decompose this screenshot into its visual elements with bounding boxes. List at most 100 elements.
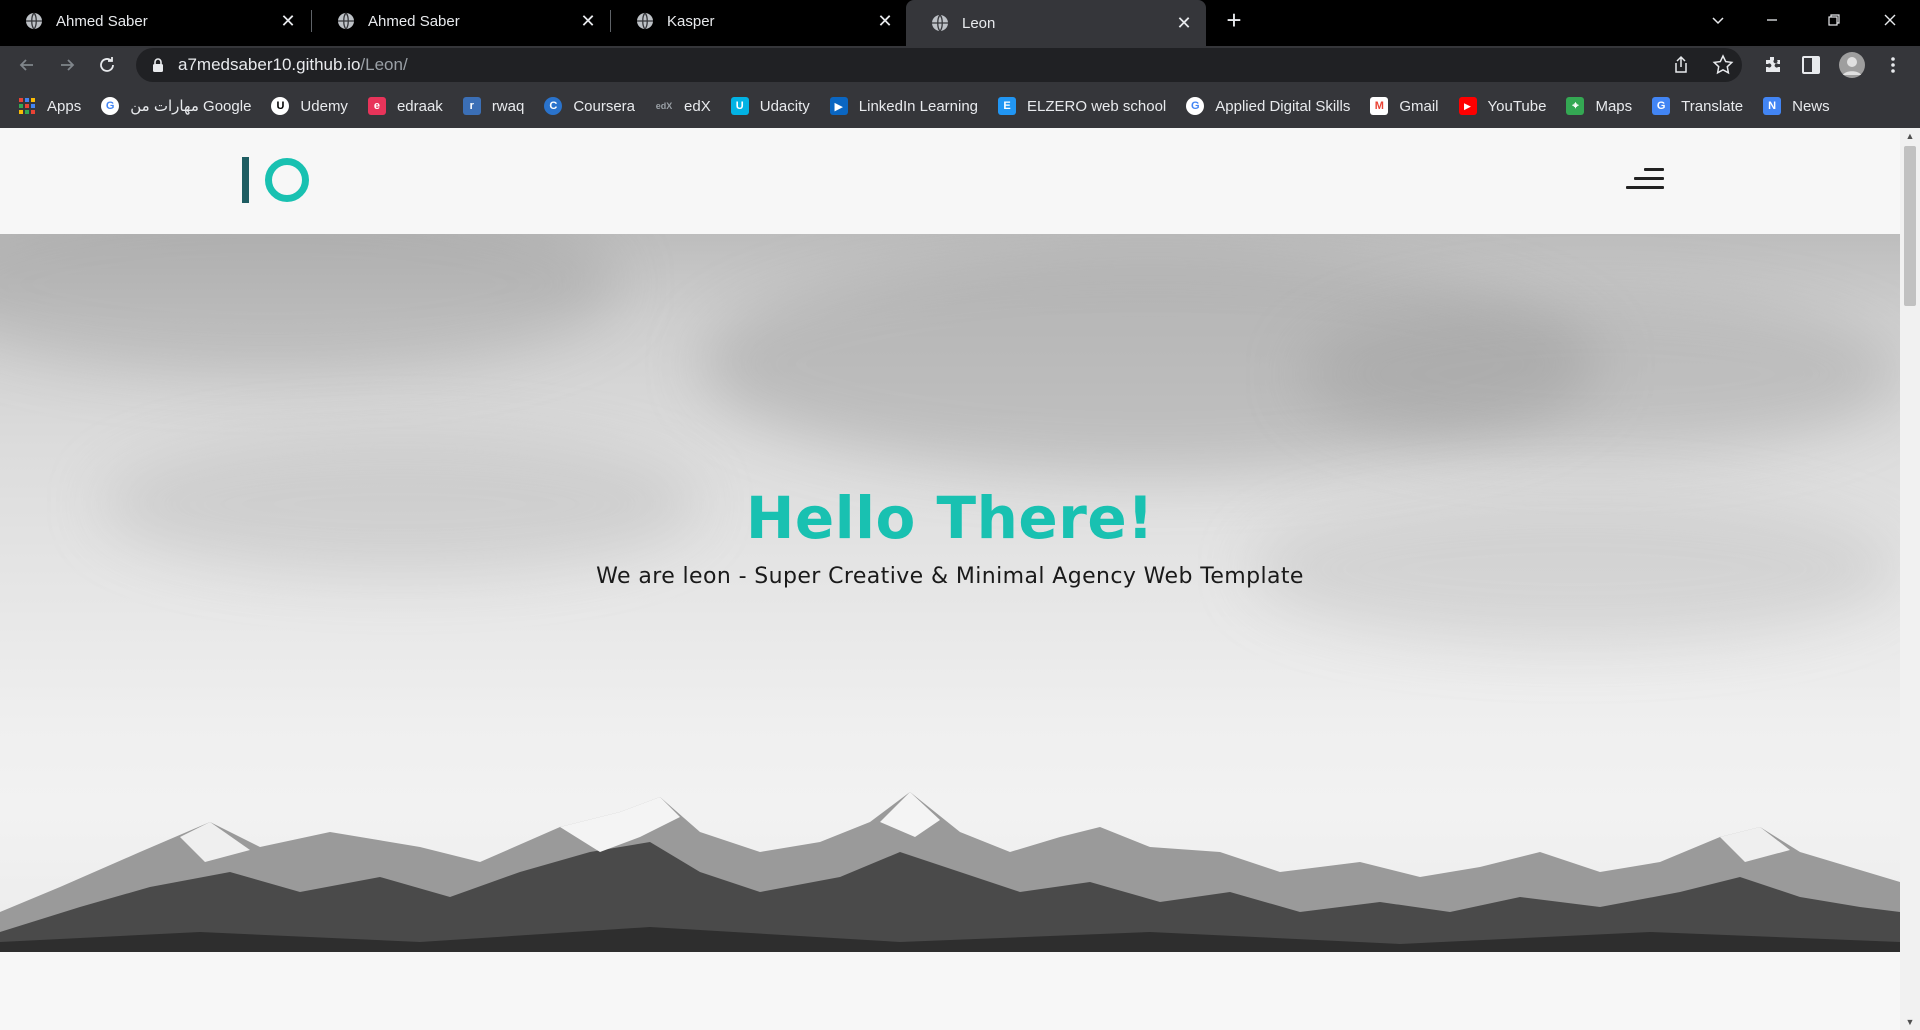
- globe-icon: [26, 12, 42, 30]
- bookmark-coursera[interactable]: C Coursera: [544, 97, 635, 115]
- menu-line: [1634, 177, 1664, 180]
- page-scrollbar[interactable]: ▲ ▼: [1900, 128, 1920, 1030]
- bookmark-label: YouTube: [1487, 97, 1547, 115]
- tab-title: Leon: [962, 14, 996, 32]
- bookmark-label: Apps: [47, 97, 82, 115]
- arrow-right-icon: [61, 59, 75, 71]
- tab-kasper[interactable]: Kasper ✕: [611, 0, 907, 42]
- hero-title: Hello There!: [745, 484, 1155, 552]
- cloud: [1300, 294, 1900, 454]
- logo-ring: [265, 158, 309, 202]
- tab-strip: Ahmed Saber ✕ Ahmed Saber ✕ Kasper ✕ Leo…: [0, 0, 1920, 46]
- close-tab-icon[interactable]: ✕: [1174, 13, 1194, 33]
- minimize-icon: [1767, 19, 1777, 21]
- profile-avatar-icon[interactable]: [1838, 51, 1866, 79]
- more-vertical-icon[interactable]: [1882, 54, 1904, 76]
- bookmarks-bar: Apps G مهارات من Google U Udemy e edraak…: [0, 84, 1920, 128]
- arrow-left-icon: [19, 59, 33, 71]
- restore-button[interactable]: [1814, 4, 1854, 36]
- logo-bar: [242, 157, 249, 203]
- url-path: /Leon/: [360, 55, 408, 74]
- close-tab-icon[interactable]: ✕: [875, 11, 895, 31]
- tab-leon[interactable]: Leon ✕: [906, 0, 1206, 46]
- restore-icon: [1828, 14, 1840, 26]
- bookmark-label: LinkedIn Learning: [858, 97, 979, 115]
- tab-title: Kasper: [667, 12, 715, 30]
- address-bar[interactable]: a7medsaber10.github.io/Leon/: [136, 48, 1742, 82]
- bookmark-label: Udacity: [759, 97, 810, 115]
- bookmark-apps[interactable]: Apps: [18, 97, 81, 115]
- youtube-icon: ▶: [1458, 97, 1477, 115]
- hero-section: Hello There! We are leon - Super Creativ…: [0, 234, 1900, 952]
- scroll-up-arrow-icon[interactable]: ▲: [1900, 128, 1920, 144]
- chevron-down-icon: [1712, 17, 1724, 25]
- bookmark-linkedin-learning[interactable]: ▶ LinkedIn Learning: [829, 97, 979, 115]
- bookmark-translate[interactable]: G Translate: [1652, 97, 1743, 115]
- close-tab-icon[interactable]: ✕: [578, 11, 598, 31]
- share-icon[interactable]: [1670, 54, 1692, 76]
- bookmark-youtube[interactable]: ▶ YouTube: [1458, 97, 1547, 115]
- bookmark-gmail[interactable]: M Gmail: [1370, 97, 1439, 115]
- url-host: a7medsaber10.github.io: [178, 55, 361, 74]
- udemy-icon: U: [271, 97, 290, 115]
- menu-line: [1626, 186, 1664, 189]
- bookmark-elzero[interactable]: E ELZERO web school: [998, 97, 1166, 115]
- rwaq-icon: r: [462, 97, 481, 115]
- news-icon: N: [1763, 97, 1782, 115]
- scroll-thumb[interactable]: [1904, 146, 1916, 306]
- minimize-button[interactable]: [1752, 4, 1792, 36]
- new-tab-button[interactable]: +: [1220, 7, 1248, 35]
- google-icon: G: [101, 97, 120, 115]
- cloud: [0, 234, 620, 374]
- coursera-icon: C: [544, 97, 563, 115]
- back-button[interactable]: [12, 50, 42, 80]
- globe-icon: [932, 14, 948, 32]
- side-panel-icon[interactable]: [1800, 54, 1822, 76]
- forward-button[interactable]: [52, 50, 82, 80]
- google-icon: G: [1186, 97, 1205, 115]
- linkedin-learning-icon: ▶: [829, 97, 848, 115]
- bookmark-label: News: [1792, 97, 1830, 115]
- reload-button[interactable]: [92, 50, 122, 80]
- bookmark-label: Udemy: [300, 97, 348, 115]
- bookmark-star-icon[interactable]: [1712, 54, 1734, 76]
- hero-content: Hello There! We are leon - Super Creativ…: [0, 484, 1900, 589]
- bookmark-rwaq[interactable]: r rwaq: [462, 97, 525, 115]
- bookmark-udemy[interactable]: U Udemy: [271, 97, 348, 115]
- site-header: [0, 128, 1900, 234]
- bookmark-edraak[interactable]: e edraak: [367, 97, 443, 115]
- bookmark-news[interactable]: N News: [1763, 97, 1830, 115]
- mountain-range-image: [0, 792, 1900, 952]
- bookmark-google-skills[interactable]: G مهارات من Google: [101, 97, 251, 115]
- tab-title: Ahmed Saber: [368, 12, 460, 30]
- close-window-button[interactable]: [1870, 4, 1910, 36]
- browser-toolbar: a7medsaber10.github.io/Leon/: [0, 46, 1920, 84]
- bookmark-label: rwaq: [491, 97, 525, 115]
- bookmark-edx[interactable]: edX edX: [655, 97, 711, 115]
- site-logo[interactable]: [242, 156, 309, 204]
- tab-ahmed-saber-1[interactable]: Ahmed Saber ✕: [0, 0, 310, 42]
- reload-icon: [100, 57, 114, 72]
- bookmark-label: edX: [684, 97, 711, 115]
- udacity-icon: U: [730, 97, 749, 115]
- globe-icon: [338, 12, 354, 30]
- lock-icon: [153, 58, 163, 72]
- close-tab-icon[interactable]: ✕: [278, 11, 298, 31]
- bookmark-label: Applied Digital Skills: [1215, 97, 1351, 115]
- maps-icon: ⌖: [1566, 97, 1585, 115]
- apps-grid-icon: [19, 98, 35, 114]
- tab-title: Ahmed Saber: [56, 12, 148, 30]
- tab-search-button[interactable]: [1698, 4, 1738, 36]
- edx-icon: edX: [655, 101, 673, 111]
- globe-icon: [637, 12, 653, 30]
- hamburger-menu-button[interactable]: [1624, 166, 1664, 194]
- extensions-icon[interactable]: [1762, 54, 1784, 76]
- scroll-down-arrow-icon[interactable]: ▼: [1900, 1014, 1920, 1030]
- bookmark-maps[interactable]: ⌖ Maps: [1566, 97, 1632, 115]
- bookmark-label: edraak: [396, 97, 443, 115]
- tab-ahmed-saber-2[interactable]: Ahmed Saber ✕: [312, 0, 610, 42]
- bookmark-applied-digital-skills[interactable]: G Applied Digital Skills: [1186, 97, 1350, 115]
- bookmark-udacity[interactable]: U Udacity: [730, 97, 810, 115]
- bookmark-label: Maps: [1595, 97, 1633, 115]
- bookmark-label: مهارات من Google: [130, 98, 252, 115]
